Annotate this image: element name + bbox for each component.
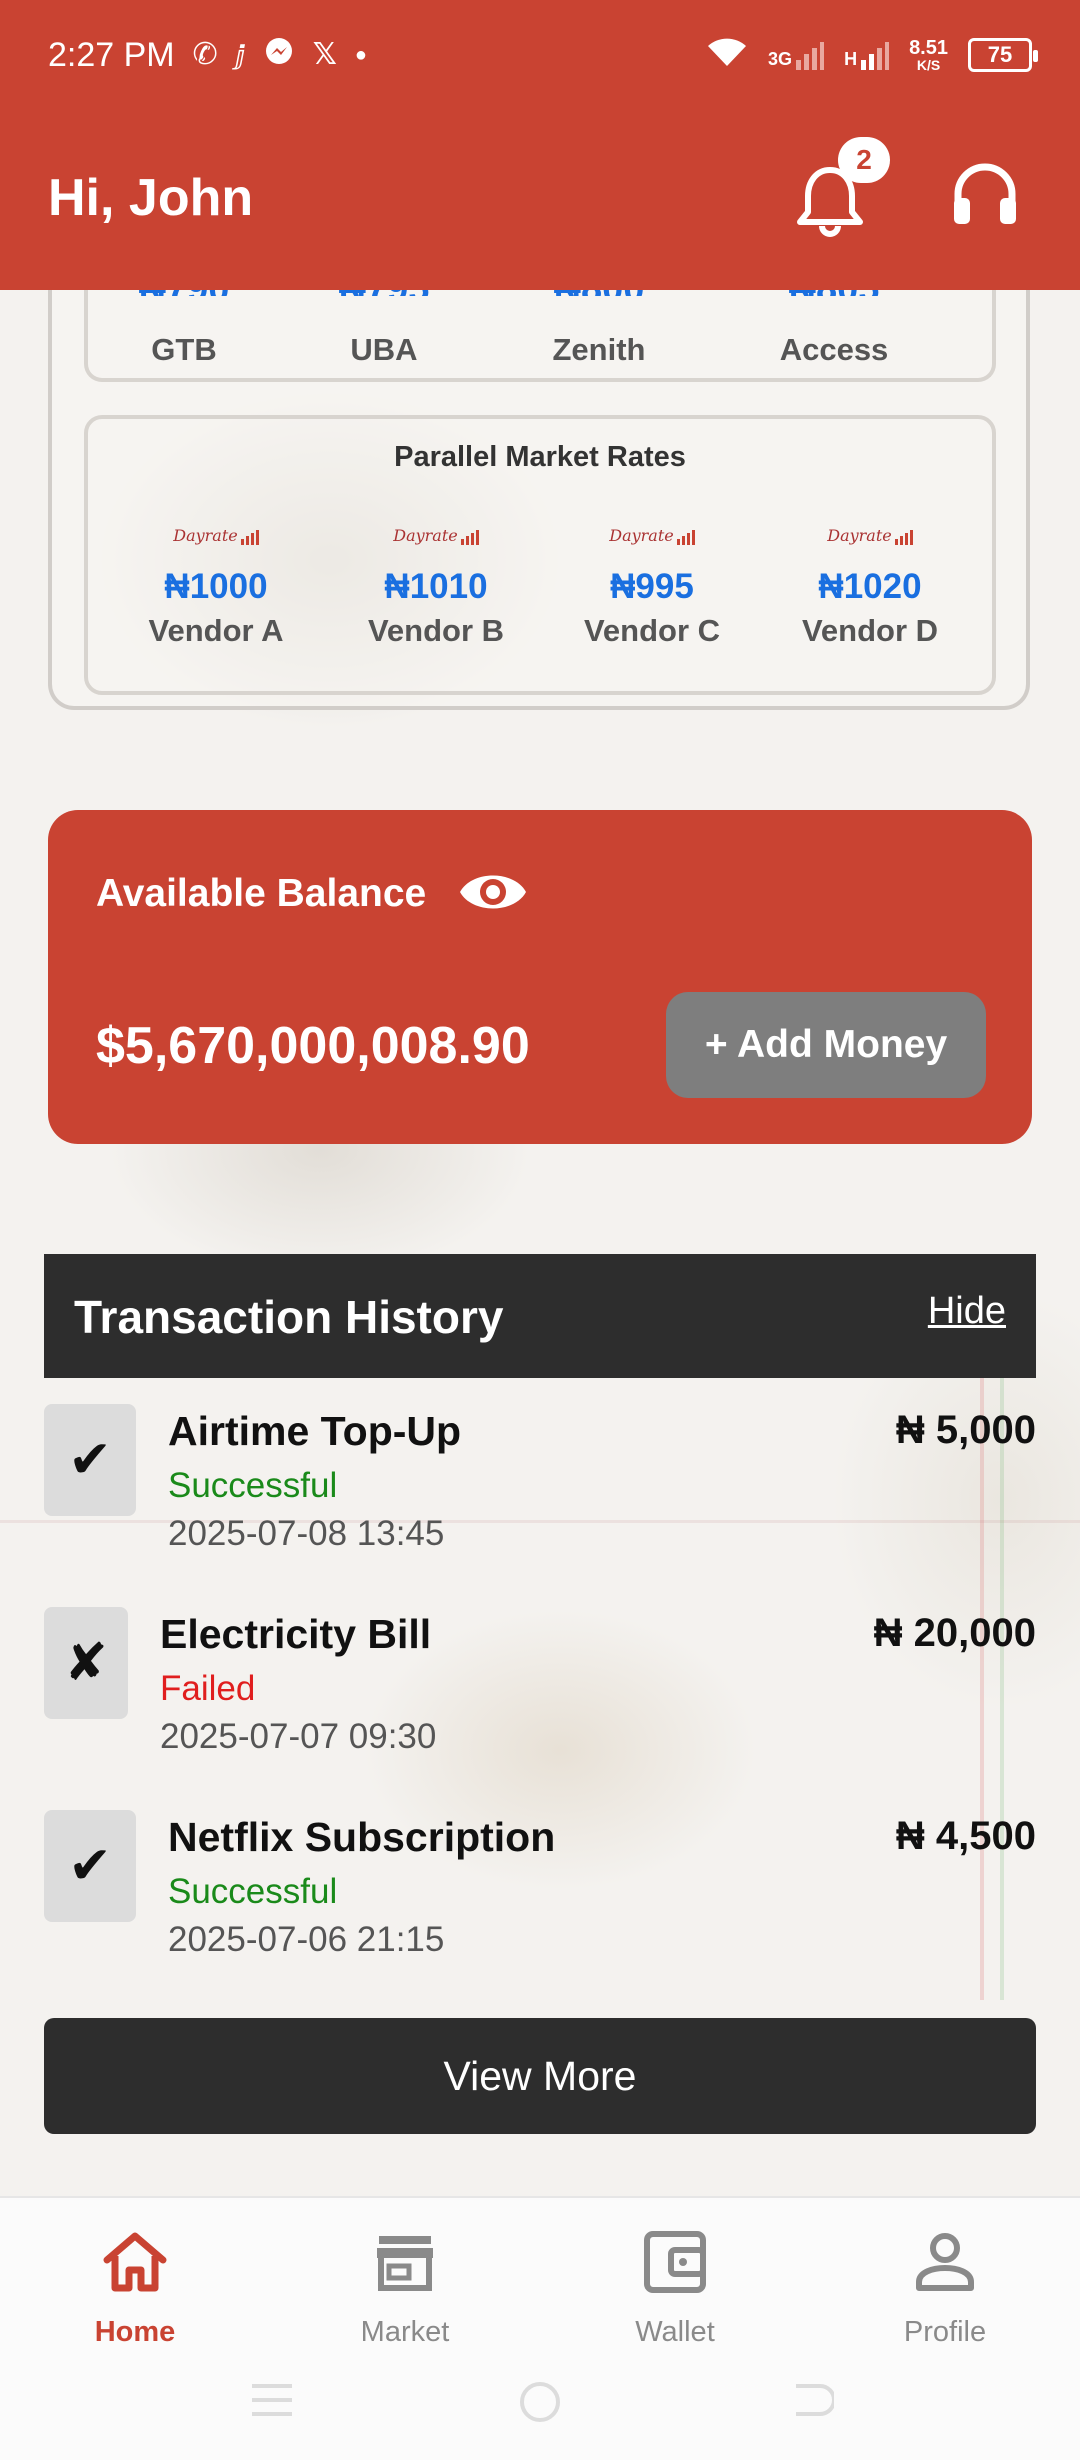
signal-3g-icon: 3G xyxy=(768,40,825,70)
nav-label: Wallet xyxy=(635,2316,715,2348)
home-circle-icon[interactable] xyxy=(518,2380,562,2429)
jiji-icon: ⅉ xyxy=(235,40,245,70)
nav-label: Home xyxy=(94,2316,176,2348)
transaction-name: Airtime Top-Up xyxy=(168,1408,462,1454)
vendor-name: Vendor D xyxy=(801,613,939,648)
vendor-rate: ₦1010 xyxy=(384,567,488,606)
store-icon xyxy=(377,2236,433,2291)
nav-home[interactable]: Home xyxy=(35,2226,235,2349)
vendor-name: Vendor A xyxy=(148,613,284,648)
transaction-amount: ₦ 4,500 xyxy=(895,1814,1036,1858)
whatsapp-icon: ✆ xyxy=(192,38,218,71)
balance-label: Available Balance xyxy=(96,872,427,915)
wallet-icon xyxy=(644,2231,706,2293)
transaction-row[interactable]: ✔ Airtime Top-Up Successful 2025-07-08 1… xyxy=(44,1404,1036,1574)
transaction-status: Failed xyxy=(160,1669,256,1708)
vendor-name: Vendor C xyxy=(583,613,721,648)
vendor-logo: Dayrate xyxy=(116,509,316,545)
nav-label: Market xyxy=(360,2316,450,2348)
greeting: Hi, John xyxy=(48,169,254,227)
add-money-button[interactable]: + Add Money xyxy=(666,992,986,1098)
net-speed: 8.51 K/S xyxy=(909,37,948,73)
hide-link[interactable]: Hide xyxy=(928,1290,1006,1333)
x-icon: 𝕏 xyxy=(312,38,337,71)
bottom-nav: Home Market Wallet Profile xyxy=(0,2196,1080,2460)
recent-apps-icon[interactable] xyxy=(250,2380,294,2425)
transaction-history-header: Transaction History Hide xyxy=(44,1254,1036,1378)
nav-label: Profile xyxy=(903,2316,987,2348)
notification-badge: 2 xyxy=(838,137,890,183)
transaction-amount: ₦ 20,000 xyxy=(873,1611,1036,1655)
bank-name: GTB xyxy=(151,332,217,367)
transaction-row[interactable]: ✔ Netflix Subscription Successful 2025-0… xyxy=(44,1810,1036,1980)
system-nav-bar xyxy=(0,2372,1080,2442)
parallel-market-box: Parallel Market Rates Dayrate ₦1000 Vend… xyxy=(84,415,996,695)
transaction-status: Successful xyxy=(168,1872,338,1911)
transaction-date: 2025-07-08 13:45 xyxy=(168,1514,445,1553)
messenger-icon xyxy=(263,36,295,74)
bank-name: Access xyxy=(779,332,889,367)
vendor-item[interactable]: Dayrate ₦995 Vendor C xyxy=(552,509,752,649)
app-header: 2:27 PM ✆ ⅉ 𝕏 ● 3G H 8.51 K/S 75 Hi, Joh… xyxy=(0,0,1080,290)
back-icon[interactable] xyxy=(790,2380,836,2425)
vendor-logo: Dayrate xyxy=(336,509,536,545)
balance-amount: $5,670,000,008.90 xyxy=(96,1017,530,1075)
bank-name: Zenith xyxy=(552,332,646,367)
status-bar: 2:27 PM ✆ ⅉ 𝕏 ● 3G H 8.51 K/S 75 xyxy=(48,30,1038,80)
check-icon: ✔ xyxy=(44,1810,136,1922)
battery-icon: 75 xyxy=(968,38,1038,72)
support-headset-icon[interactable] xyxy=(950,160,1020,230)
nav-market[interactable]: Market xyxy=(305,2226,505,2349)
home-icon xyxy=(103,2232,167,2292)
transaction-date: 2025-07-06 21:15 xyxy=(168,1920,445,1959)
balance-card: Available Balance $5,670,000,008.90 + Ad… xyxy=(48,810,1032,1144)
vendor-rate: ₦1000 xyxy=(164,567,268,606)
transaction-name: Electricity Bill xyxy=(160,1611,432,1657)
vendor-name: Vendor B xyxy=(367,613,505,648)
signal-h-icon: H xyxy=(844,40,890,70)
vendor-item[interactable]: Dayrate ₦1020 Vendor D xyxy=(770,509,970,649)
vendor-rate: ₦1020 xyxy=(818,567,922,606)
transaction-history-title: Transaction History xyxy=(74,1291,504,1343)
transaction-status: Successful xyxy=(168,1466,338,1505)
nav-wallet[interactable]: Wallet xyxy=(575,2226,775,2349)
transaction-row[interactable]: ✘ Electricity Bill Failed 2025-07-07 09:… xyxy=(44,1607,1036,1777)
transaction-amount: ₦ 5,000 xyxy=(895,1408,1036,1452)
transaction-date: 2025-07-07 09:30 xyxy=(160,1717,437,1756)
more-dot-icon: ● xyxy=(354,44,367,66)
transaction-name: Netflix Subscription xyxy=(168,1814,556,1860)
wifi-icon xyxy=(706,36,748,74)
nav-profile[interactable]: Profile xyxy=(845,2226,1045,2349)
parallel-market-title: Parallel Market Rates xyxy=(394,441,686,473)
vendor-item[interactable]: Dayrate ₦1010 Vendor B xyxy=(336,509,536,649)
status-time: 2:27 PM xyxy=(48,35,175,74)
vendor-logo: Dayrate xyxy=(552,509,752,545)
vendor-logo: Dayrate xyxy=(770,509,970,545)
eye-icon[interactable] xyxy=(458,862,528,922)
bank-name: UBA xyxy=(350,332,418,367)
vendor-rate: ₦995 xyxy=(610,567,694,606)
cross-icon: ✘ xyxy=(44,1607,128,1719)
vendor-item[interactable]: Dayrate ₦1000 Vendor A xyxy=(116,509,316,649)
view-more-button[interactable]: View More xyxy=(44,2018,1036,2134)
person-icon xyxy=(916,2233,974,2291)
check-icon: ✔ xyxy=(44,1404,136,1516)
